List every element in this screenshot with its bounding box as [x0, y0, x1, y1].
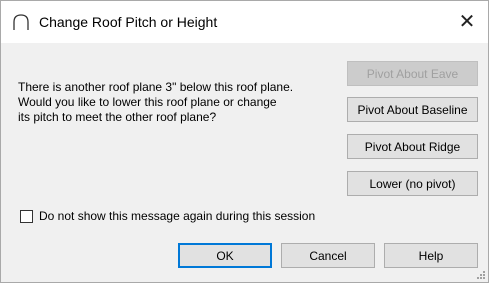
lower-no-pivot-button[interactable]: Lower (no pivot) [347, 171, 478, 196]
help-button[interactable]: Help [384, 243, 478, 268]
cancel-button[interactable]: Cancel [281, 243, 375, 268]
ok-button[interactable]: OK [178, 243, 272, 268]
message-text: There is another roof plane 3" below thi… [18, 80, 294, 124]
pivot-about-ridge-button[interactable]: Pivot About Ridge [347, 134, 478, 159]
resize-grip-icon[interactable] [475, 269, 486, 280]
dialog-title: Change Roof Pitch or Height [39, 14, 218, 30]
title-bar[interactable]: Change Roof Pitch or Height ✕ [1, 1, 488, 43]
roof-arc-icon [11, 13, 31, 31]
dont-show-again-checkbox[interactable] [20, 209, 33, 223]
pivot-about-eave-button[interactable]: Pivot About Eave [347, 61, 478, 86]
close-button[interactable]: ✕ [452, 7, 482, 37]
change-roof-pitch-dialog: Change Roof Pitch or Height ✕ There is a… [0, 0, 489, 283]
close-icon: ✕ [458, 11, 476, 33]
dont-show-again-label[interactable]: Do not show this message again during th… [39, 208, 315, 224]
dont-show-again-row[interactable]: Do not show this message again during th… [20, 208, 315, 224]
pivot-about-baseline-button[interactable]: Pivot About Baseline [347, 97, 478, 122]
